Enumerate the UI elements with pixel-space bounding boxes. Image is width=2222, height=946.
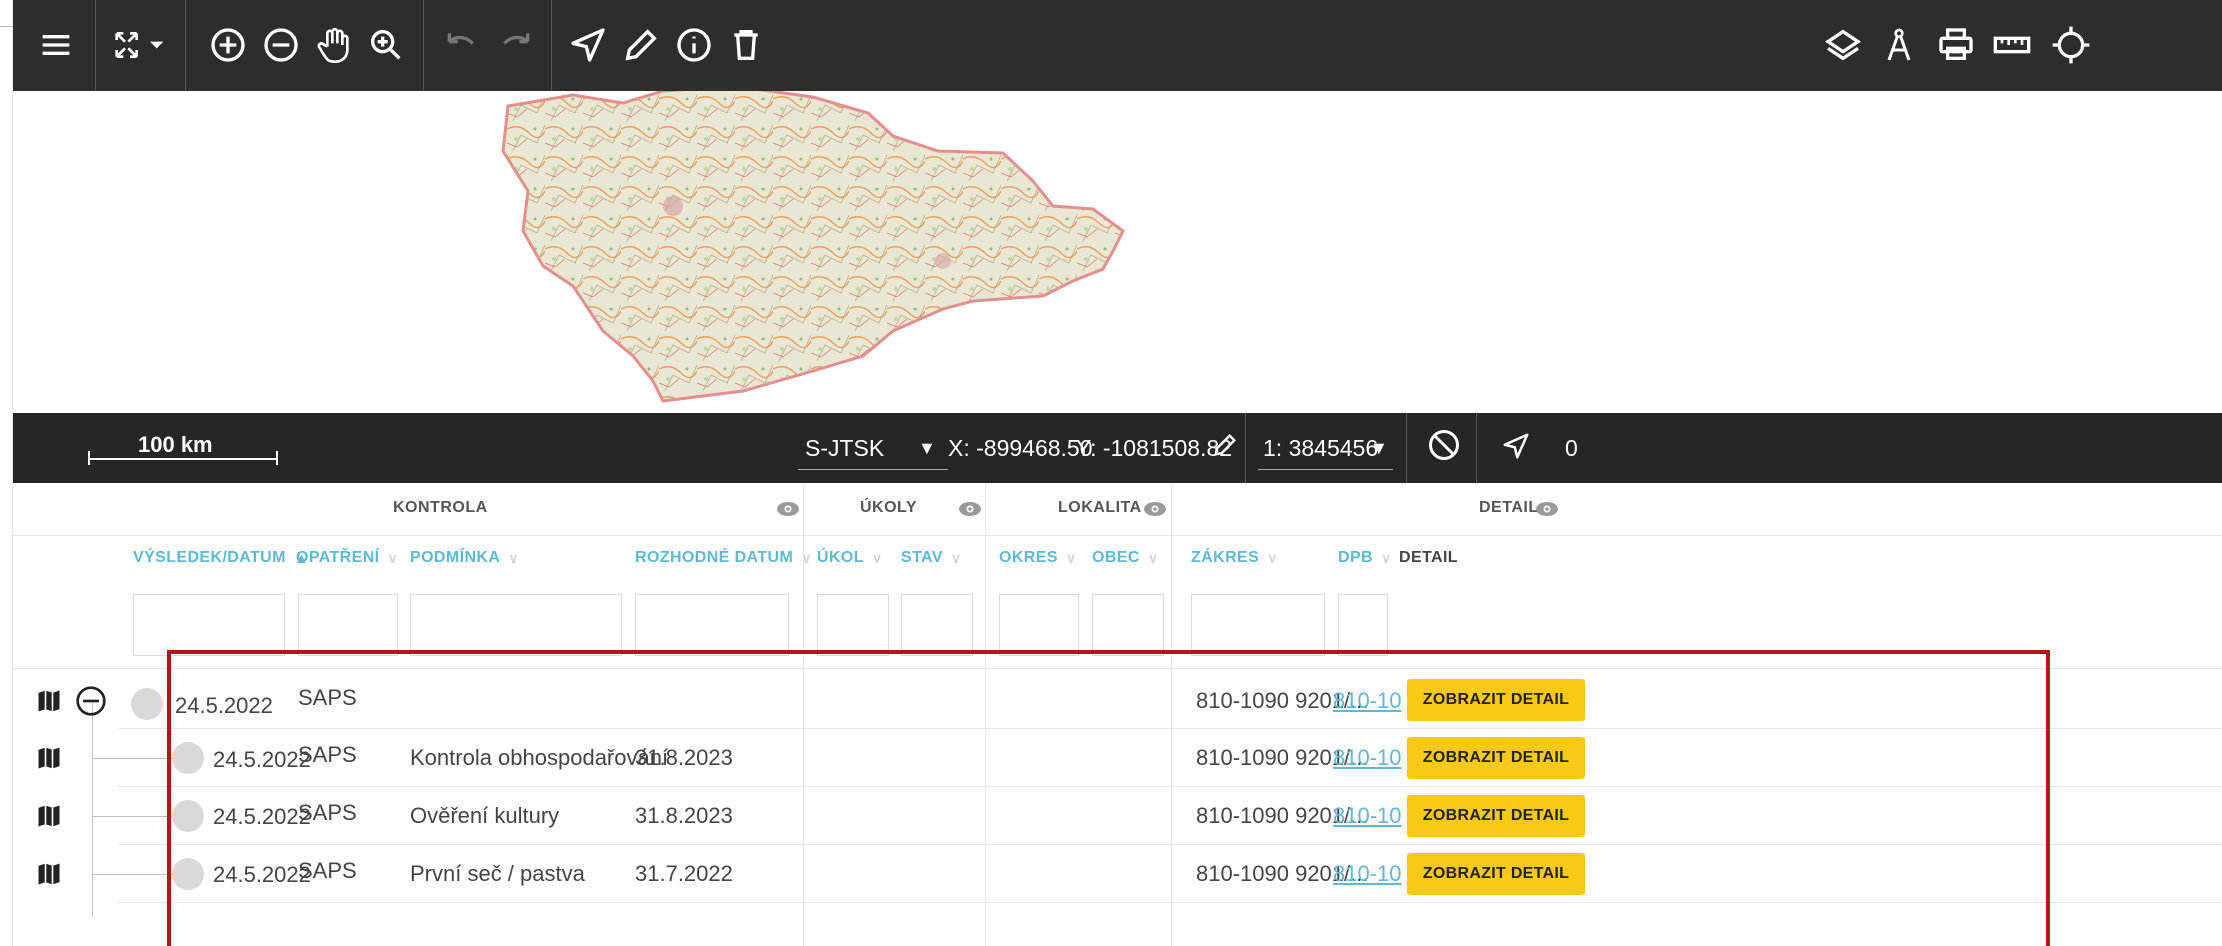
status-dot [172, 800, 204, 832]
czech-outline [501, 91, 1125, 403]
col-obec[interactable]: OBEC ∨ [1092, 549, 1158, 567]
row-condition: Ověření kultury [410, 803, 560, 828]
show-detail-button[interactable]: ZOBRAZIT DETAIL [1407, 737, 1585, 779]
scale-bar [88, 451, 278, 465]
filter-podminka[interactable] [410, 594, 622, 656]
row-measure: SAPS [298, 685, 357, 710]
eye-icon[interactable] [1535, 501, 1559, 517]
disable-icon[interactable] [1426, 427, 1462, 469]
filter-vysledek[interactable] [133, 594, 285, 656]
info-icon[interactable] [671, 22, 717, 68]
scale-dropdown-icon[interactable]: ▼ [1370, 438, 1388, 459]
col-detail: DETAIL [1399, 549, 1458, 566]
map-icon[interactable] [35, 686, 63, 716]
zoom-in-icon[interactable] [205, 22, 251, 68]
trash-icon[interactable] [723, 22, 769, 68]
zoom-extent-icon[interactable] [105, 22, 175, 68]
show-detail-button[interactable]: ZOBRAZIT DETAIL [1407, 679, 1585, 721]
col-vysledek-datum[interactable]: VÝSLEDEK/DATUM ▲ [133, 549, 309, 567]
group-ukoly: ÚKOLY [860, 499, 918, 516]
show-detail-button[interactable]: ZOBRAZIT DETAIL [1407, 795, 1585, 837]
row-condition: Kontrola obhospodařování [410, 745, 669, 770]
map-view[interactable] [13, 91, 2222, 413]
row-condition: První seč / pastva [410, 861, 585, 886]
layers-icon[interactable] [1820, 22, 1866, 68]
crs-select[interactable]: S-JTSK [805, 435, 884, 462]
navigate-arrow-icon[interactable] [565, 22, 611, 68]
col-ukol[interactable]: ÚKOL ∨ [817, 549, 883, 567]
col-podminka[interactable]: PODMÍNKA ∨ [410, 549, 519, 567]
map-toolbar [13, 0, 2222, 91]
row-date: 24.5.2022 [213, 862, 311, 887]
status-dot [131, 688, 163, 720]
locate-icon[interactable] [2048, 22, 2094, 68]
filter-okres[interactable] [999, 594, 1079, 656]
app-root: 100 km S-JTSK ▼ X: -899468.50 Y: -108150… [0, 0, 2222, 946]
eye-icon[interactable] [958, 501, 982, 517]
scale-bar-label: 100 km [138, 432, 213, 457]
eye-icon[interactable] [776, 501, 800, 517]
row-date: 24.5.2022 [213, 747, 311, 772]
country-map [501, 91, 1125, 403]
row-measure: SAPS [298, 858, 357, 883]
hand-pan-icon[interactable] [311, 22, 357, 68]
row-dpb-link[interactable]: 810-10 [1333, 861, 1402, 887]
filter-stav[interactable] [901, 594, 973, 656]
row-measure: SAPS [298, 800, 357, 825]
status-counter: 0 [1565, 435, 1578, 461]
eye-icon[interactable] [1143, 501, 1167, 517]
map-icon[interactable] [35, 743, 63, 773]
status-dot [172, 742, 204, 774]
scale-select[interactable]: 1: 3845456 [1263, 435, 1378, 462]
crs-dropdown-icon[interactable]: ▼ [918, 438, 936, 459]
direction-icon[interactable] [1501, 431, 1531, 467]
col-stav[interactable]: STAV ∨ [901, 549, 962, 567]
row-measure: SAPS [298, 742, 357, 767]
redo-icon[interactable] [493, 22, 539, 68]
group-kontrola: KONTROLA [393, 499, 488, 516]
collapse-icon[interactable] [75, 685, 107, 717]
row-date: 24.5.2022 [213, 804, 311, 829]
ruler-icon[interactable] [1989, 22, 2035, 68]
row-dpb-link[interactable]: 810-10 [1333, 688, 1402, 714]
col-dpb[interactable]: DPB ∨ [1338, 549, 1392, 567]
col-okres[interactable]: OKRES ∨ [999, 549, 1077, 567]
filter-opatreni[interactable] [298, 594, 398, 656]
col-zakres[interactable]: ZÁKRES ∨ [1191, 549, 1278, 567]
map-icon[interactable] [35, 859, 63, 889]
filter-rozhodne-datum[interactable] [635, 594, 789, 656]
row-dpb-link[interactable]: 810-10 [1333, 803, 1402, 829]
group-lokalita: LOKALITA [1058, 499, 1142, 516]
row-decisive-date: 31.8.2023 [635, 745, 733, 770]
col-opatreni[interactable]: OPATŘENÍ ∨ [296, 549, 398, 567]
row-decisive-date: 31.8.2023 [635, 803, 733, 828]
show-detail-button[interactable]: ZOBRAZIT DETAIL [1407, 853, 1585, 895]
map-statusbar: 100 km S-JTSK ▼ X: -899468.50 Y: -108150… [13, 413, 2222, 483]
row-date: 24.5.2022 [175, 693, 273, 718]
hamburger-icon[interactable] [33, 22, 79, 68]
coord-edit-icon[interactable] [1211, 431, 1239, 465]
group-detail: DETAIL [1479, 499, 1539, 516]
left-edge [0, 0, 13, 946]
x-coordinate: X: -899468.50 [948, 435, 1093, 461]
row-dpb-link[interactable]: 810-10 [1333, 745, 1402, 771]
printer-icon[interactable] [1933, 22, 1979, 68]
undo-icon[interactable] [438, 22, 484, 68]
filter-dpb[interactable] [1338, 594, 1388, 656]
zoom-out-icon[interactable] [258, 22, 304, 68]
zoom-box-icon[interactable] [363, 22, 409, 68]
col-rozhodne-datum[interactable]: ROZHODNÉ DATUM ∨ [635, 549, 812, 567]
filter-ukol[interactable] [817, 594, 889, 656]
filter-obec[interactable] [1092, 594, 1164, 656]
pencil-icon[interactable] [618, 22, 664, 68]
row-decisive-date: 31.7.2022 [635, 861, 733, 886]
results-table: KONTROLA ÚKOLY LOKALITA DETAIL VÝSLEDEK/… [13, 483, 2222, 946]
y-coordinate: Y: -1081508.82 [1076, 435, 1233, 461]
compass-icon[interactable] [1876, 22, 1922, 68]
filter-zakres[interactable] [1191, 594, 1325, 656]
status-dot [172, 858, 204, 890]
map-icon[interactable] [35, 801, 63, 831]
